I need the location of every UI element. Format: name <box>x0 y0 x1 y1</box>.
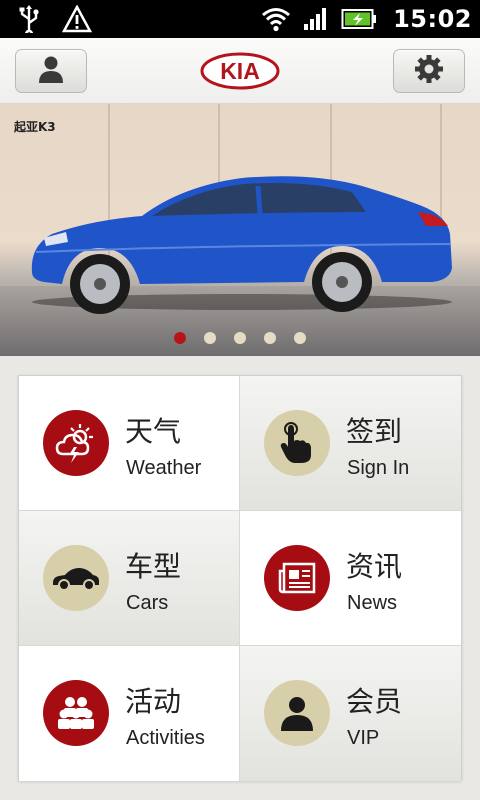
carousel-dot[interactable] <box>294 332 306 344</box>
menu-label-zh: 天气 <box>125 415 182 448</box>
kia-logo: KIA <box>200 52 280 90</box>
menu-label-zh: 活动 <box>125 685 182 718</box>
logo-text: KIA <box>220 58 260 84</box>
profile-button[interactable] <box>15 49 87 93</box>
banner-caption: 起亚K3 <box>14 120 56 134</box>
menu-label-zh: 资讯 <box>346 550 403 583</box>
menu-tile-vip[interactable]: 会员 VIP <box>240 646 461 781</box>
menu-label-zh: 车型 <box>125 550 182 583</box>
menu-tile-cars[interactable]: 车型 Cars <box>19 511 240 646</box>
menu-label-zh: 会员 <box>346 685 403 718</box>
clock: 15:02 <box>393 5 472 33</box>
newspaper-icon <box>264 545 330 611</box>
people-group-icon <box>43 680 109 746</box>
menu-label-en: Sign In <box>347 457 410 479</box>
member-icon <box>264 680 330 746</box>
carousel-indicator <box>0 332 480 344</box>
menu-tile-sign-in[interactable]: 签到 Sign In <box>240 376 461 511</box>
usb-icon <box>14 4 44 34</box>
menu-tile-news[interactable]: 资讯 News <box>240 511 461 646</box>
settings-button[interactable] <box>393 49 465 93</box>
menu-tile-weather[interactable]: 天气 Weather <box>19 376 240 511</box>
carousel-dot[interactable] <box>234 332 246 344</box>
menu-label-zh: 签到 <box>346 415 403 448</box>
gear-icon <box>414 54 444 88</box>
user-icon <box>38 55 64 87</box>
menu-tile-activities[interactable]: 活动 Activities <box>19 646 240 781</box>
signal-icon <box>301 4 331 34</box>
app-header: KIA <box>0 38 480 104</box>
menu-label-en: News <box>347 592 398 614</box>
carousel-dot[interactable] <box>174 332 186 344</box>
menu-label-en: Cars <box>126 592 169 614</box>
warning-icon <box>62 4 92 34</box>
menu-label-en: VIP <box>347 727 380 749</box>
menu-label-en: Activities <box>126 727 205 749</box>
carousel-dot[interactable] <box>204 332 216 344</box>
promo-banner[interactable]: 起亚K3 <box>0 104 480 356</box>
main-menu-grid: 天气 Weather 签到 Sign In 车型 Cars 资讯 News 活动… <box>18 375 462 781</box>
wifi-icon <box>261 4 291 34</box>
car-image <box>31 176 452 314</box>
carousel-dot[interactable] <box>264 332 276 344</box>
weather-icon <box>43 410 109 476</box>
car-icon <box>43 545 109 611</box>
battery-charging-icon <box>341 4 377 34</box>
status-bar: 15:02 <box>0 0 480 38</box>
tap-hand-icon <box>264 410 330 476</box>
menu-label-en: Weather <box>126 457 202 479</box>
